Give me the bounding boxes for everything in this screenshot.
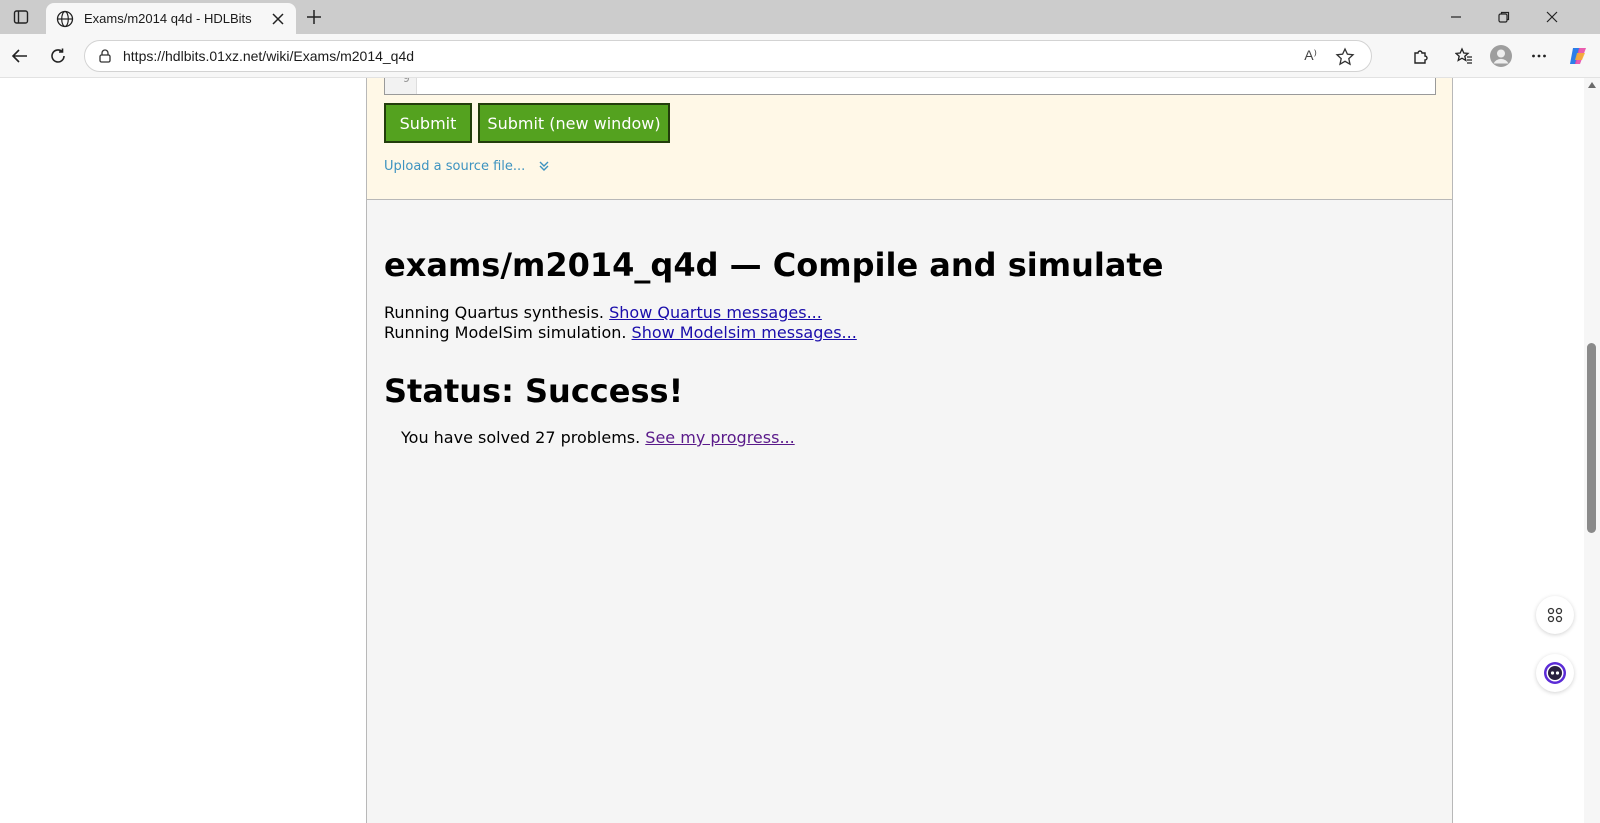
modelsim-text: Running ModelSim simulation.: [384, 323, 627, 342]
assistant-icon[interactable]: [1536, 654, 1574, 692]
restore-button[interactable]: [1480, 0, 1528, 34]
minimize-button[interactable]: [1432, 0, 1480, 34]
page-title: exams/m2014_q4d — Compile and simulate: [384, 246, 1164, 284]
page-viewport: 9 Submit Submit (new window) Upload a so…: [0, 78, 1584, 823]
url-text[interactable]: https://hdlbits.01xz.net/wiki/Exams/m201…: [123, 48, 414, 64]
profile-avatar-icon[interactable]: [1487, 42, 1515, 70]
code-editor[interactable]: 9: [384, 78, 1436, 95]
address-bar[interactable]: https://hdlbits.01xz.net/wiki/Exams/m201…: [84, 40, 1372, 72]
tab-bar: Exams/m2014 q4d - HDLBits: [0, 0, 1600, 34]
line-number: 9: [385, 78, 417, 94]
solved-line: You have solved 27 problems. See my prog…: [401, 428, 795, 447]
browser-tab[interactable]: Exams/m2014 q4d - HDLBits: [46, 3, 296, 34]
results-panel: exams/m2014_q4d — Compile and simulate R…: [366, 199, 1453, 823]
browser-toolbar: https://hdlbits.01xz.net/wiki/Exams/m201…: [0, 34, 1600, 78]
submit-new-window-button[interactable]: Submit (new window): [478, 103, 670, 143]
solved-text: You have solved 27 problems.: [401, 428, 641, 447]
extensions-icon[interactable]: [1407, 42, 1435, 70]
quartus-text: Running Quartus synthesis.: [384, 303, 605, 322]
new-tab-button[interactable]: [302, 5, 326, 29]
submit-button[interactable]: Submit: [384, 103, 472, 143]
more-options-icon[interactable]: [1525, 42, 1553, 70]
upload-label: Upload a source file...: [384, 159, 526, 174]
upload-source-link[interactable]: Upload a source file...: [384, 159, 549, 174]
scrollbar-thumb[interactable]: [1587, 343, 1596, 533]
tab-actions-icon[interactable]: [8, 5, 34, 29]
read-aloud-icon[interactable]: A⁾: [1304, 47, 1317, 64]
progress-link[interactable]: See my progress...: [645, 428, 794, 447]
scroll-up-arrow-icon[interactable]: [1588, 82, 1596, 88]
quartus-line: Running Quartus synthesis. Show Quartus …: [384, 303, 822, 322]
vertical-scrollbar[interactable]: [1584, 78, 1600, 823]
globe-icon: [56, 10, 74, 28]
status-heading: Status: Success!: [384, 372, 684, 410]
close-tab-icon[interactable]: [270, 11, 286, 27]
modelsim-messages-link[interactable]: Show Modelsim messages...: [632, 323, 857, 342]
chevron-down-icon: [539, 160, 549, 174]
quartus-messages-link[interactable]: Show Quartus messages...: [609, 303, 822, 322]
favorites-icon[interactable]: [1450, 42, 1478, 70]
apps-grid-icon[interactable]: [1536, 596, 1574, 634]
close-window-button[interactable]: [1528, 0, 1576, 34]
modelsim-line: Running ModelSim simulation. Show Models…: [384, 323, 857, 342]
tab-title: Exams/m2014 q4d - HDLBits: [84, 11, 252, 26]
back-button[interactable]: [6, 42, 34, 70]
favorite-star-icon[interactable]: [1335, 47, 1355, 67]
copilot-icon[interactable]: [1564, 42, 1592, 70]
site-info-icon[interactable]: [97, 48, 113, 64]
refresh-button[interactable]: [44, 42, 72, 70]
